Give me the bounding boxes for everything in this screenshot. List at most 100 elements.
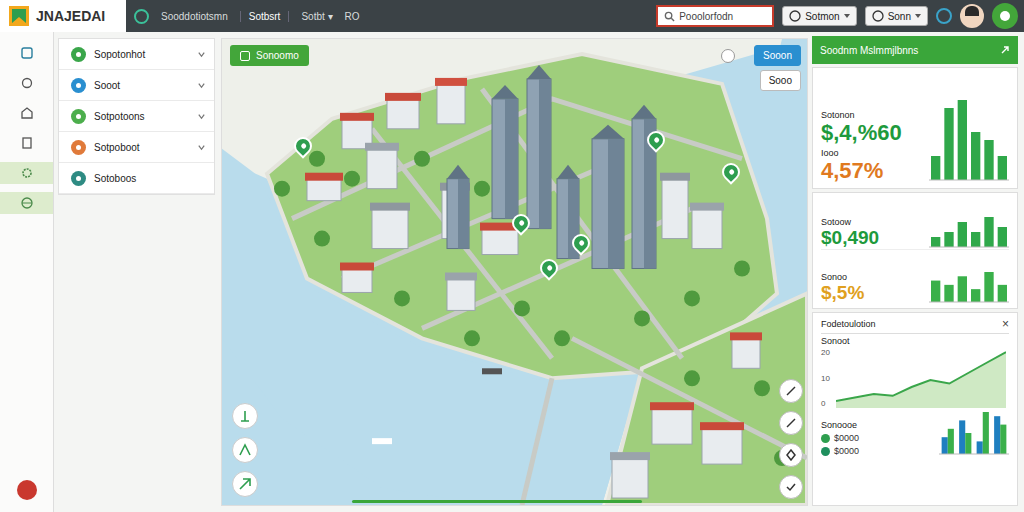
bar — [971, 289, 980, 302]
tool-icon[interactable] — [232, 403, 258, 429]
bar — [983, 412, 989, 454]
line — [836, 352, 1006, 401]
bar-chart — [939, 410, 1009, 456]
map[interactable]: Sonoomo Sooon Sooo — [221, 38, 808, 506]
nav-item[interactable]: Sotbsrt — [240, 11, 290, 22]
chevron-icon — [197, 50, 206, 59]
sidebar-item[interactable]: Sotpoboot — [59, 132, 214, 163]
chart-card: Fodetoulotion × Sonoot 20100 Sonoooe $00… — [812, 312, 1018, 506]
stats-panel: Soodnm Mslmmjlbnns Sotonon $,4,%60Iooo 4… — [812, 32, 1024, 512]
search-icon — [664, 11, 675, 22]
layer-icon — [240, 51, 250, 61]
grid-icon — [20, 46, 34, 60]
sidebar-item[interactable]: Sopotonhot — [59, 39, 214, 70]
metric: Sotonon $,4,%60 — [821, 110, 902, 146]
chevron-icon — [197, 112, 206, 121]
rail-item[interactable] — [0, 42, 53, 64]
search-field[interactable]: Pooolorfodn — [656, 5, 774, 27]
clock-icon — [789, 10, 801, 22]
copy-icon — [20, 136, 34, 150]
metric-row: Sotoow $0,490 — [821, 197, 1009, 250]
bar — [977, 441, 983, 454]
power-icon[interactable] — [17, 480, 37, 500]
bar — [958, 222, 967, 247]
bar — [998, 227, 1007, 247]
map-toolbar-button[interactable]: Sooo — [760, 70, 801, 91]
top-button[interactable]: Sonn — [865, 6, 928, 26]
bar — [998, 156, 1007, 180]
bar — [965, 433, 971, 454]
legend-item: $0000 — [821, 433, 859, 443]
tool-icon[interactable] — [232, 471, 258, 497]
clock-icon — [872, 10, 884, 22]
bar — [931, 156, 940, 180]
globe-icon — [20, 196, 34, 210]
rail-item[interactable] — [0, 102, 53, 124]
metric: Iooo 4,57% — [821, 148, 902, 184]
sidebar: Sopotonhot Sooot Sotpotoons Sotpoboot So… — [54, 32, 219, 512]
line-chart — [836, 348, 1006, 408]
arrow-icon[interactable] — [1000, 45, 1010, 55]
rail-item[interactable] — [0, 132, 53, 154]
panel-header: Soodnm Mslmmjlbnns — [812, 36, 1018, 64]
avatar-icon[interactable] — [960, 4, 984, 28]
nav: Sooddotiotsmn Sotbsrt Sotbt ▾ RO — [134, 9, 648, 24]
bar — [942, 437, 948, 454]
map-controls — [779, 379, 803, 499]
control-icon[interactable] — [779, 411, 803, 435]
bar — [984, 140, 993, 180]
stats-card: Sotoow $0,490 Sonoo $,5% — [812, 192, 1018, 309]
building-icon — [20, 106, 34, 120]
icon-rail — [0, 32, 54, 512]
category-icon — [71, 109, 86, 124]
sidebar-item[interactable]: Sotpotoons — [59, 101, 214, 132]
category-icon — [71, 171, 86, 186]
map-button[interactable]: Sonoomo — [230, 45, 309, 66]
gear-icon — [20, 166, 34, 180]
bar — [959, 420, 965, 454]
tool-icon[interactable] — [232, 437, 258, 463]
bar — [998, 285, 1007, 302]
map-tools — [232, 403, 258, 497]
sidebar-item[interactable]: Sooot — [59, 70, 214, 101]
settings-icon[interactable] — [721, 49, 735, 63]
rail-item[interactable] — [0, 162, 53, 184]
chevron-icon — [197, 81, 206, 90]
bar — [984, 217, 993, 247]
bar — [994, 416, 1000, 454]
map-toolbar-button[interactable]: Sooon — [754, 45, 801, 66]
bar — [971, 232, 980, 247]
category-icon — [71, 140, 86, 155]
top-bar: JNAJEDAI Sooddotiotsmn Sotbsrt Sotbt ▾ RO P… — [0, 0, 1024, 32]
profile-icon[interactable] — [992, 3, 1018, 29]
control-icon[interactable] — [779, 379, 803, 403]
logo[interactable]: JNAJEDAI — [0, 0, 126, 32]
pin-icon — [20, 76, 34, 90]
bar-chart — [929, 270, 1009, 304]
rail-item[interactable] — [0, 72, 53, 94]
top-button[interactable]: Sotmon — [782, 6, 856, 26]
control-icon[interactable] — [779, 443, 803, 467]
bar — [958, 276, 967, 302]
nav-icon — [134, 9, 149, 24]
bar — [971, 132, 980, 180]
bar — [944, 285, 953, 302]
caret-icon — [844, 14, 850, 18]
map-scrollbar[interactable] — [352, 500, 642, 503]
bar — [944, 108, 953, 180]
sidebar-item[interactable]: Sotoboos — [59, 163, 214, 194]
nav-item[interactable]: Sooddotiotsmn — [161, 11, 228, 22]
legend-item: $0000 — [821, 446, 859, 456]
notification-icon[interactable] — [936, 8, 952, 24]
nav-item[interactable]: RO — [345, 11, 360, 22]
bar — [944, 232, 953, 247]
bar-chart — [929, 215, 1009, 249]
caret-icon — [915, 14, 921, 18]
control-icon[interactable] — [779, 475, 803, 499]
close-button[interactable]: × — [1002, 317, 1009, 331]
app: JNAJEDAI Sooddotiotsmn Sotbsrt Sotbt ▾ RO P… — [0, 0, 1024, 512]
logo-icon — [8, 5, 30, 27]
nav-item[interactable]: Sotbt ▾ — [301, 11, 332, 22]
bar — [948, 429, 954, 454]
rail-item[interactable] — [0, 192, 53, 214]
